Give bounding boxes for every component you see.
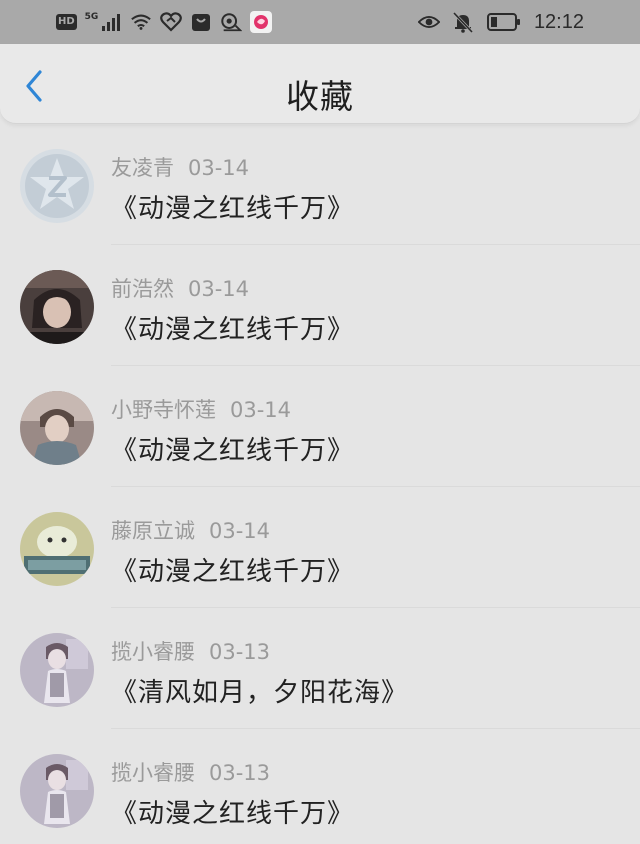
work-title[interactable]: 《动漫之红线千万》 [111, 188, 354, 225]
item-date: 03-13 [209, 640, 271, 664]
work-title[interactable]: 《动漫之红线千万》 [111, 551, 354, 588]
cartoon-avatar-image [20, 512, 94, 586]
bell-mute-icon [452, 11, 474, 33]
favorites-list: 友凌青 03-14 《动漫之红线千万》 前浩然 03-14 《动漫之红线千万》 [0, 124, 640, 844]
avatar[interactable] [20, 633, 94, 707]
item-meta: 揽小睿腰 03-13 [111, 636, 270, 666]
anime-avatar-image [20, 633, 94, 707]
heart-link-icon [160, 11, 183, 33]
eye-icon [417, 11, 440, 33]
hd-badge: HD [56, 14, 77, 30]
item-meta: 小野寺怀莲 03-14 [111, 394, 291, 424]
item-date: 03-13 [209, 761, 271, 785]
user-name[interactable]: 揽小睿腰 [111, 761, 195, 785]
portrait-avatar-image [20, 391, 94, 465]
item-meta: 前浩然 03-14 [111, 273, 249, 303]
user-name[interactable]: 友凌青 [111, 156, 174, 180]
signal-icon [100, 11, 122, 33]
list-item[interactable]: 揽小睿腰 03-13 《动漫之红线千万》 [0, 729, 640, 844]
clock-time: 12:12 [533, 10, 584, 33]
item-meta: 藤原立诚 03-14 [111, 515, 270, 545]
location-record-icon [220, 11, 243, 33]
user-name[interactable]: 小野寺怀莲 [111, 398, 216, 422]
list-item[interactable]: 揽小睿腰 03-13 《清风如月，夕阳花海》 [0, 608, 640, 729]
item-meta: 揽小睿腰 03-13 [111, 757, 270, 787]
default-avatar-icon [20, 149, 94, 223]
avatar[interactable] [20, 270, 94, 344]
status-right-icons: 12:12 [417, 10, 584, 34]
item-date: 03-14 [230, 398, 292, 422]
work-title[interactable]: 《动漫之红线千万》 [111, 309, 354, 346]
avatar[interactable] [20, 149, 94, 223]
item-meta: 友凌青 03-14 [111, 152, 249, 182]
list-item[interactable]: 友凌青 03-14 《动漫之红线千万》 [0, 124, 640, 245]
work-title[interactable]: 《动漫之红线千万》 [111, 430, 354, 467]
status-left-icons: HD 5G [56, 11, 273, 33]
list-item[interactable]: 小野寺怀莲 03-14 《动漫之红线千万》 [0, 366, 640, 487]
app-notification-icon [250, 11, 273, 33]
user-name[interactable]: 揽小睿腰 [111, 640, 195, 664]
shopping-bag-icon [190, 11, 212, 33]
work-title[interactable]: 《清风如月，夕阳花海》 [111, 672, 408, 709]
list-item[interactable]: 藤原立诚 03-14 《动漫之红线千万》 [0, 487, 640, 608]
battery-icon [486, 11, 522, 33]
network-type-label: 5G [84, 12, 99, 22]
page-title: 收藏 [286, 77, 354, 116]
avatar[interactable] [20, 512, 94, 586]
wifi-icon [130, 11, 152, 33]
user-name[interactable]: 藤原立诚 [111, 519, 195, 543]
list-item[interactable]: 前浩然 03-14 《动漫之红线千万》 [0, 245, 640, 366]
avatar[interactable] [20, 391, 94, 465]
avatar[interactable] [20, 754, 94, 828]
anime-avatar-image [20, 754, 94, 828]
item-date: 03-14 [188, 277, 250, 301]
status-bar: HD 5G 12:12 [0, 0, 640, 44]
work-title[interactable]: 《动漫之红线千万》 [111, 793, 354, 830]
item-date: 03-14 [209, 519, 271, 543]
user-name[interactable]: 前浩然 [111, 277, 174, 301]
item-date: 03-14 [188, 156, 250, 180]
portrait-avatar-image [20, 270, 94, 344]
page-header: 收藏 [0, 44, 640, 124]
